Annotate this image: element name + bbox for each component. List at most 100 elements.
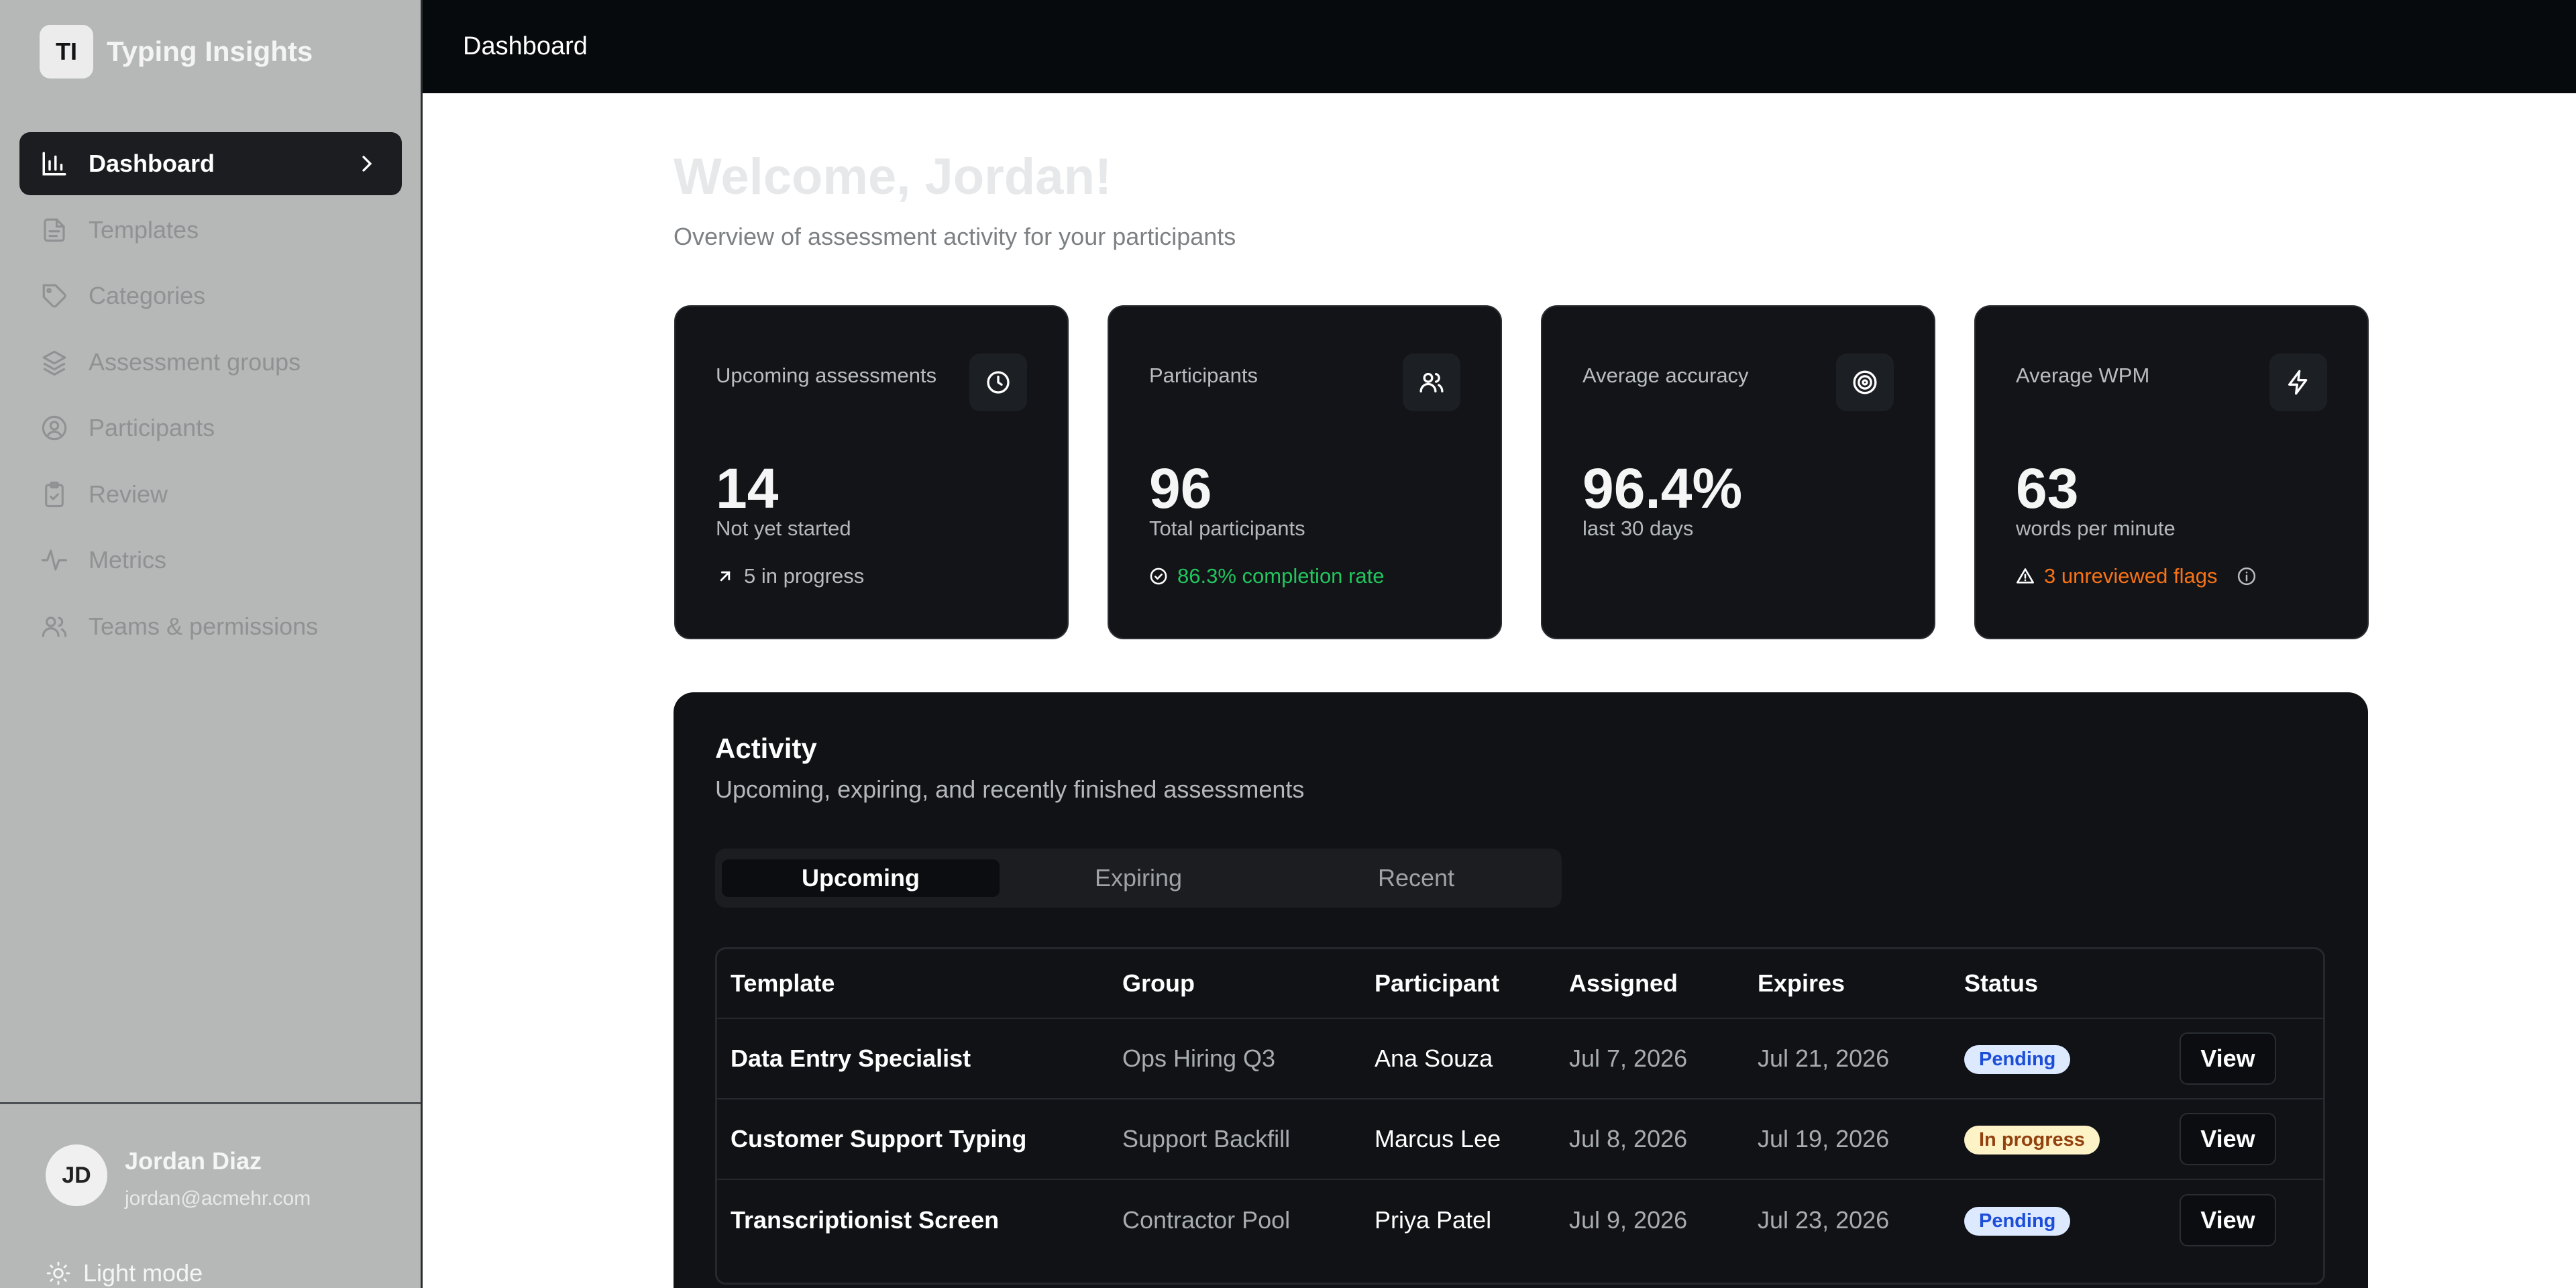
clipboard-check-icon [40,480,69,509]
sidebar-item-assessment-groups[interactable]: Assessment groups [19,331,402,394]
sidebar-item-label: Teams & permissions [89,612,319,640]
column-header-expires[interactable]: Expires [1744,949,1951,1019]
user-text: Jordan Diaz jordan@acmehr.com [125,1147,311,1210]
view-button[interactable]: View [2180,1032,2276,1085]
stat-caption: last 30 days [1582,517,1694,540]
stat-value: 96.4% [1582,457,1743,520]
cell-assigned: Jul 9, 2026 [1569,1205,1688,1234]
tab-expiring[interactable]: Expiring [1000,859,1277,897]
status-badge: In progress [1964,1126,2100,1155]
cell-participant: Priya Patel [1375,1205,1492,1234]
sidebar: TI Typing Insights Dashboard Templates C… [0,0,423,1288]
stat-value: 14 [716,457,779,520]
status-badge: Pending [1964,1045,2071,1074]
tag-icon [40,281,69,311]
user-name: Jordan Diaz [125,1147,262,1175]
sidebar-item-categories[interactable]: Categories [19,264,402,327]
stat-footer-text: 86.3% completion rate [1177,564,1385,588]
cell-expires: Jul 21, 2026 [1744,1018,1951,1099]
cell-template: Transcriptionist Screen [731,1205,1000,1234]
view-button[interactable]: View [2180,1193,2276,1246]
column-header-assigned[interactable]: Assigned [1556,949,1744,1019]
table-row[interactable]: Data Entry Specialist Ops Hiring Q3 Ana … [717,1018,2323,1099]
table-header-row: Template Group Participant Assigned Expi… [717,949,2323,1019]
page-title: Dashboard [463,32,588,60]
stat-card-participants: Participants 96 Total participants 86.3%… [1108,305,1502,639]
column-header-status[interactable]: Status [1951,949,2166,1019]
sidebar-item-label: Review [89,480,168,508]
cell-group: Contractor Pool [1122,1205,1291,1234]
sidebar-item-teams-permissions[interactable]: Teams & permissions [19,595,402,658]
user-circle-icon [40,413,69,443]
cell-expires: Jul 19, 2026 [1744,1099,1951,1180]
sidebar-item-label: Participants [89,414,215,441]
check-circle-icon [1150,568,1167,585]
column-header-participant[interactable]: Participant [1361,949,1556,1019]
sun-icon [46,1261,70,1285]
cell-participant: Marcus Lee [1361,1099,1556,1180]
zap-icon [2269,354,2327,411]
arrow-up-right-icon [720,571,731,582]
info-icon[interactable] [2237,566,2257,586]
stat-caption: Not yet started [716,517,851,540]
activity-table: Template Group Participant Assigned Expi… [715,947,2325,1285]
brand-name: Typing Insights [107,36,313,67]
sidebar-item-label: Dashboard [89,150,215,177]
cell-template: Customer Support Typing [717,1099,1109,1180]
stat-label: Participants [1149,364,1258,387]
sidebar-item-label: Categories [89,282,206,309]
brand[interactable]: TI Typing Insights [40,25,313,78]
users-icon [40,612,69,641]
cell-assigned: Jul 7, 2026 [1556,1018,1744,1099]
view-button[interactable]: View [2180,1113,2276,1165]
avatar: JD [46,1144,107,1206]
stat-value: 63 [2016,457,2079,520]
file-text-icon [40,215,69,245]
clock-icon [969,354,1027,411]
cell-action: View [2166,1179,2323,1260]
stat-footer: 86.3% completion rate [1149,564,1384,588]
sidebar-item-label: Assessment groups [89,347,301,376]
light-mode-label: Light mode [83,1259,203,1287]
chevron-right-icon [362,156,372,172]
table-row[interactable]: Transcriptionist Screen Contractor Pool … [717,1179,2323,1260]
stat-card-average-wpm: Average WPM 63 words per minute 3 unrevi… [1974,305,2369,639]
stat-value: 96 [1149,457,1212,520]
activity-icon [40,545,69,575]
target-icon [1836,354,1894,411]
stat-card-upcoming-assessments: Upcoming assessments 14 Not yet started … [674,305,1069,639]
cell-participant: Ana Souza [1361,1018,1556,1099]
tab-upcoming[interactable]: Upcoming [722,859,1000,897]
sidebar-item-metrics[interactable]: Metrics [19,529,402,592]
table-row[interactable]: Customer Support Typing Support Backfill… [717,1099,2323,1180]
sidebar-item-review[interactable]: Review [19,463,402,526]
sidebar-divider [0,1102,421,1104]
activity-panel: Activity Upcoming, expiring, and recentl… [674,692,2368,1288]
stat-card-average-accuracy: Average accuracy 96.4% last 30 days [1541,305,1935,639]
sidebar-item-templates[interactable]: Templates [19,199,402,262]
user-email: jordan@acmehr.com [125,1187,311,1210]
layers-icon [40,347,69,377]
warning-triangle-icon [2017,568,2034,584]
cell-assigned: Jul 8, 2026 [1556,1099,1744,1180]
user-profile[interactable]: JD Jordan Diaz jordan@acmehr.com [46,1144,311,1210]
stat-footer-text: 5 in progress [744,564,865,588]
sidebar-item-participants[interactable]: Participants [19,396,402,460]
stat-label: Upcoming assessments [716,364,937,387]
column-header-template[interactable]: Template [717,949,1109,1019]
cell-group: Ops Hiring Q3 [1109,1018,1361,1099]
stat-footer: 5 in progress [716,564,864,588]
sidebar-item-dashboard[interactable]: Dashboard [19,132,402,195]
stat-footer[interactable]: 3 unreviewed flags [2016,564,2257,588]
cell-status: In progress [1951,1099,2166,1180]
cell-action: View [2166,1099,2323,1180]
top-bar: Dashboard [423,0,2576,93]
light-mode-toggle[interactable]: Light mode [46,1259,203,1287]
activity-title: Activity [715,733,817,764]
welcome-subtitle: Overview of assessment activity for your… [674,223,1236,250]
brand-logo: TI [40,25,93,78]
column-header-group[interactable]: Group [1109,949,1361,1019]
users-icon [1403,354,1460,411]
tab-recent[interactable]: Recent [1277,859,1555,897]
cell-expires: Jul 23, 2026 [1758,1205,1890,1234]
